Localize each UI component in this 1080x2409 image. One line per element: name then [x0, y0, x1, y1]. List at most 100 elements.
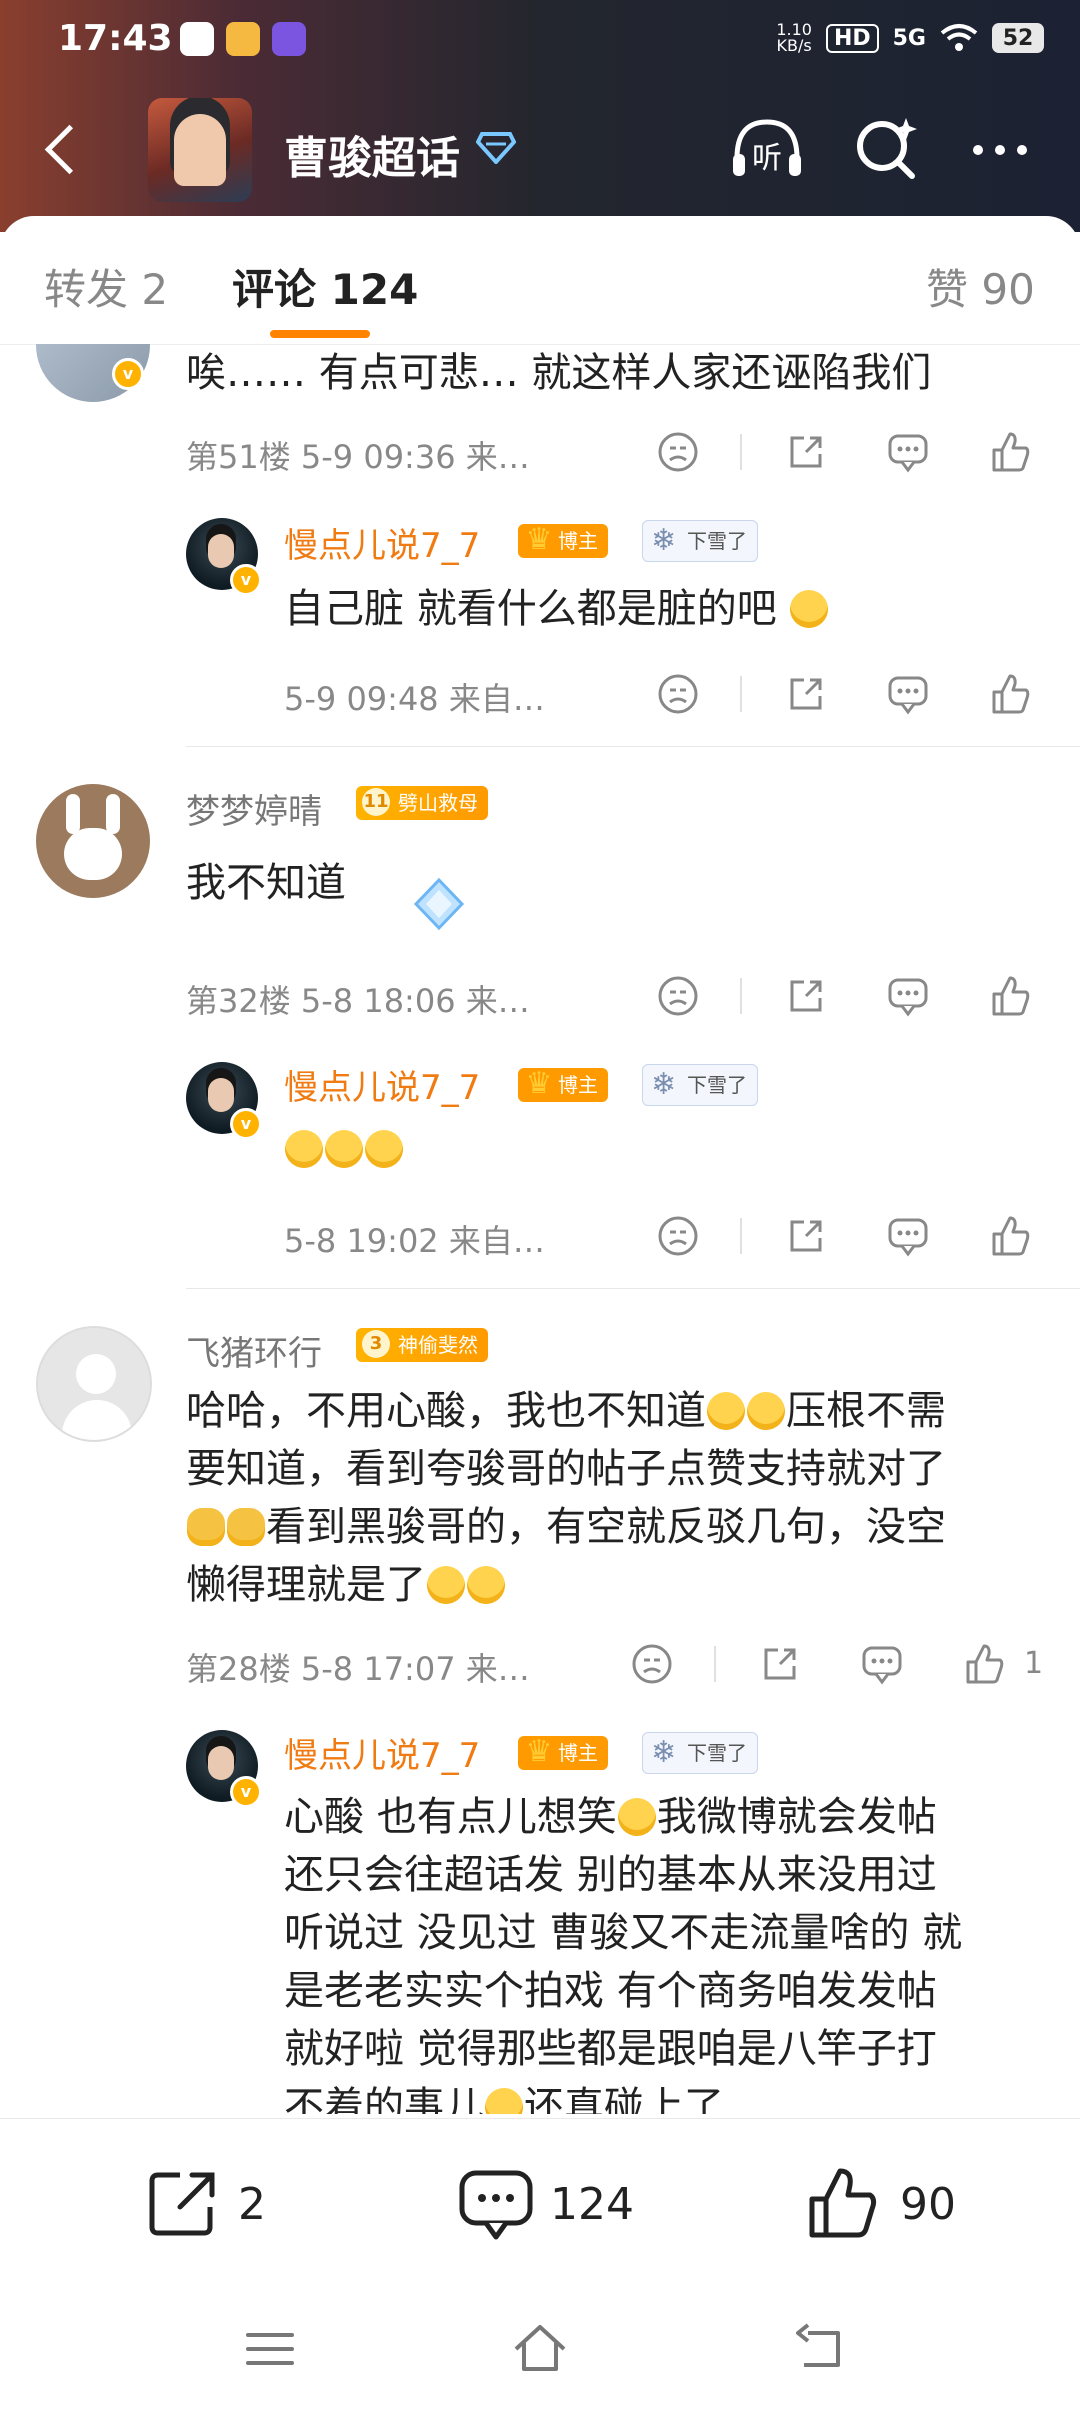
blogger-badge-label: 博主	[558, 1741, 598, 1765]
comment-actions	[656, 974, 1036, 1024]
like-icon[interactable]	[988, 974, 1032, 1018]
crying-emoji-icon	[790, 590, 829, 628]
status-time: 17:43	[58, 18, 173, 59]
divider	[186, 746, 1080, 747]
diamond-sticker-icon	[413, 877, 465, 931]
more-icon[interactable]	[960, 108, 1040, 188]
avatar[interactable]	[36, 1326, 152, 1442]
message-notification-icon	[180, 22, 214, 56]
comment-icon	[459, 2170, 533, 2240]
like-button[interactable]: 90	[804, 2165, 974, 2245]
reply-text-line: 我微博就会发帖	[656, 1794, 937, 1840]
comment-text-content: 我不知道	[186, 860, 346, 906]
comment-actions: 1	[630, 1642, 1050, 1692]
reply-text-line: 还只会往超话发 别的基本从来没用过	[284, 1852, 937, 1898]
back-nav-icon[interactable]	[790, 2319, 850, 2379]
bottom-action-bar: 2 124 90	[0, 2118, 1080, 2409]
reply-actions	[656, 672, 1036, 722]
comment-text-line: 要知道，看到夸骏哥的帖子点赞支持就对了	[186, 1446, 946, 1492]
reply-emojis	[284, 1130, 404, 1168]
comment-meta: 第32楼 5-8 18:06 来…	[186, 982, 530, 1020]
menu-icon[interactable]	[240, 2319, 300, 2379]
home-icon[interactable]	[510, 2319, 570, 2379]
reply-meta: 5-9 09:48 来自…	[284, 680, 545, 718]
snow-badge[interactable]: ❄ 下雪了	[642, 1064, 758, 1106]
active-tab-indicator	[270, 330, 370, 338]
reply-text-line: 心酸 也有点儿想笑	[284, 1794, 617, 1840]
like-icon[interactable]	[988, 430, 1032, 474]
comment-icon[interactable]	[886, 974, 930, 1018]
like-icon[interactable]	[988, 1214, 1032, 1258]
reply-username[interactable]: 慢点儿说7_7	[284, 1060, 480, 1109]
verified-badge-icon: v	[230, 1776, 262, 1808]
laugh-cry-emoji-icon	[747, 1392, 785, 1430]
dislike-icon[interactable]	[630, 1642, 674, 1686]
fan-level-badge[interactable]: 3 神偷斐然	[356, 1328, 488, 1362]
fan-level: 11	[362, 788, 390, 816]
avatar[interactable]	[36, 784, 150, 898]
fan-badge-label: 劈山救母	[398, 791, 478, 815]
net-speed-unit: KB/s	[776, 36, 812, 55]
fan-level-badge[interactable]: 11 劈山救母	[356, 786, 488, 820]
crown-icon: ♛	[525, 1066, 553, 1101]
topic-avatar[interactable]	[148, 98, 252, 202]
blogger-badge: ♛ 博主	[518, 522, 608, 558]
reply-text-line: 还真碰上了	[524, 2084, 724, 2114]
back-button[interactable]	[38, 120, 92, 180]
dislike-icon[interactable]	[656, 974, 700, 1018]
comment-icon[interactable]	[886, 672, 930, 716]
repost-button[interactable]: 2	[146, 2165, 286, 2245]
like-icon[interactable]	[962, 1642, 1006, 1686]
comment-text-line: 哈哈，不用心酸，我也不知道	[186, 1388, 706, 1434]
snow-badge[interactable]: ❄ 下雪了	[642, 520, 758, 562]
tab-likes[interactable]: 赞 90	[926, 256, 1035, 317]
share-icon[interactable]	[784, 974, 828, 1018]
share-icon[interactable]	[784, 1214, 828, 1258]
verified-badge-icon: v	[230, 1108, 262, 1140]
reply-username[interactable]: 慢点儿说7_7	[284, 1728, 480, 1777]
diamond-icon	[476, 132, 516, 164]
dislike-icon[interactable]	[656, 672, 700, 716]
share-icon[interactable]	[784, 672, 828, 716]
laugh-cry-emoji-icon	[707, 1392, 745, 1430]
comment-username[interactable]: 飞猪环行	[186, 1326, 322, 1375]
status-right: 1.10 KB/s HD 5G 52	[776, 22, 1044, 54]
page-title[interactable]: 曹骏超话	[284, 122, 460, 186]
tab-repost[interactable]: 转发 2	[44, 256, 168, 317]
reply-text: 自己脏 就看什么都是脏的吧	[284, 580, 829, 638]
snowflake-icon: ❄	[651, 1067, 677, 1102]
share-icon[interactable]	[784, 430, 828, 474]
signal-5g-icon: 5G	[892, 25, 926, 51]
reply-text-line: 不着的事儿	[284, 2084, 484, 2114]
like-icon[interactable]	[988, 672, 1032, 716]
reply-text-line: 就好啦 觉得那些都是跟咱是八竿子打	[284, 2026, 937, 2072]
dislike-icon[interactable]	[656, 430, 700, 474]
battery-icon: 52	[992, 23, 1044, 53]
laugh-emoji-icon	[617, 1798, 656, 1836]
snow-badge-label: 下雪了	[687, 1073, 747, 1097]
doge-emoji-icon	[227, 1508, 265, 1546]
crown-icon: ♛	[525, 522, 553, 557]
weibo-notification-icon	[226, 22, 260, 56]
comment-text-line: 压根不需	[786, 1388, 946, 1434]
blogger-badge: ♛ 博主	[518, 1734, 608, 1770]
tab-comments[interactable]: 评论 124	[232, 256, 418, 317]
comment-icon[interactable]	[886, 1214, 930, 1258]
nav-bar: 曹骏超话 听	[0, 98, 1080, 208]
search-icon[interactable]	[846, 108, 926, 188]
listen-label: 听	[752, 141, 782, 176]
verified-badge-icon: v	[230, 564, 262, 596]
snow-badge[interactable]: ❄ 下雪了	[642, 1732, 758, 1774]
laugh-cry-emoji-icon	[427, 1566, 465, 1604]
laugh-cry-emoji-icon	[365, 1130, 403, 1168]
repost-icon	[149, 2172, 215, 2236]
dislike-icon[interactable]	[656, 1214, 700, 1258]
reply-username[interactable]: 慢点儿说7_7	[284, 518, 480, 567]
comment-icon[interactable]	[886, 430, 930, 474]
snowflake-icon: ❄	[651, 1735, 677, 1770]
share-icon[interactable]	[758, 1642, 802, 1686]
listen-button[interactable]: 听	[727, 108, 807, 188]
comment-icon[interactable]	[860, 1642, 904, 1686]
comment-username[interactable]: 梦梦婷晴	[186, 784, 322, 833]
comment-button[interactable]: 124	[456, 2165, 656, 2245]
